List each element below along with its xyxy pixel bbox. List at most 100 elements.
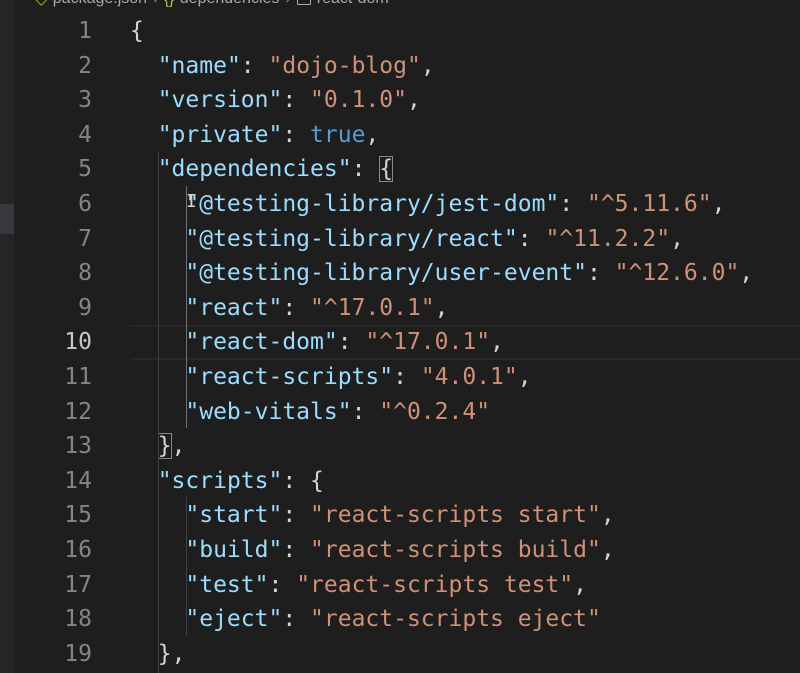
code-line[interactable]: 14 "scripts": { — [0, 464, 800, 499]
line-code[interactable]: "react-scripts": "4.0.1", — [130, 360, 532, 395]
chevron-right-icon: › — [285, 0, 290, 8]
punctuation: : — [282, 294, 311, 321]
code-line[interactable]: 1{ — [0, 14, 800, 49]
json-string: "4.0.1" — [420, 363, 518, 390]
line-code[interactable]: "web-vitals": "^0.2.4" — [130, 395, 490, 430]
line-number: 7 — [78, 225, 92, 252]
punctuation: : — [282, 467, 311, 494]
indent-guide — [158, 152, 159, 673]
line-number: 15 — [64, 502, 92, 529]
line-number: 4 — [78, 121, 92, 148]
code-line[interactable]: 2 "name": "dojo-blog", — [0, 49, 800, 84]
code-line[interactable]: 6 "@testing-library/jest-dom": "^5.11.6"… — [0, 187, 800, 222]
indent-guide — [186, 497, 187, 636]
line-code[interactable]: "version": "0.1.0", — [130, 83, 421, 118]
code-line[interactable]: 17 "test": "react-scripts test", — [0, 568, 800, 603]
line-code[interactable]: "@testing-library/react": "^11.2.2", — [130, 222, 684, 257]
punctuation: : — [559, 190, 587, 217]
line-code[interactable]: "start": "react-scripts start", — [130, 498, 614, 533]
code-line[interactable]: 8 "@testing-library/user-event": "^12.6.… — [0, 256, 800, 291]
code-line[interactable]: 15 "start": "react-scripts start", — [0, 498, 800, 533]
breadcrumb-leaf[interactable]: react-dom — [317, 0, 389, 8]
code-line[interactable]: 4 "private": true, — [0, 118, 800, 153]
json-string: "^11.2.2" — [545, 225, 671, 252]
punctuation: , — [517, 363, 532, 390]
punctuation: { — [310, 467, 324, 494]
line-code[interactable]: "@testing-library/jest-dom": "^5.11.6", — [130, 187, 725, 222]
code-line[interactable]: 7 "@testing-library/react": "^11.2.2", — [0, 222, 800, 257]
code-editor[interactable]: ◇ package.json › {} dependencies › react… — [0, 0, 800, 673]
code-lines[interactable]: 1{2 "name": "dojo-blog", 3 "version": "0.… — [0, 14, 800, 671]
code-line[interactable]: 13 }, — [0, 429, 800, 464]
line-code[interactable]: "name": "dojo-blog", — [130, 49, 435, 84]
json-string: "^17.0.1" — [310, 294, 435, 321]
line-code[interactable]: "@testing-library/user-event": "^12.6.0"… — [130, 256, 753, 291]
json-key: "react-scripts" — [185, 363, 394, 390]
json-string: "^12.6.0" — [614, 260, 740, 287]
json-key: "@testing-library/jest-dom" — [185, 190, 560, 217]
json-key: "private" — [157, 121, 283, 148]
punctuation: : — [586, 260, 615, 287]
json-string: "^0.2.4" — [379, 398, 491, 425]
json-string: "dojo-blog" — [268, 52, 421, 79]
json-key: "build" — [185, 536, 283, 563]
line-code[interactable]: "private": true, — [130, 118, 380, 153]
code-line[interactable]: 16 "build": "react-scripts build", — [0, 533, 800, 568]
line-code[interactable]: "scripts": { — [130, 464, 324, 499]
code-line[interactable]: 9 "react": "^17.0.1", — [0, 291, 800, 326]
line-code[interactable]: { — [130, 14, 144, 49]
punctuation: , — [434, 294, 449, 321]
punctuation: , — [670, 225, 684, 252]
punctuation: , — [406, 87, 421, 114]
code-line[interactable]: 19 }, — [0, 637, 800, 672]
code-line[interactable]: 3 "version": "0.1.0", — [0, 83, 800, 118]
breadcrumb-file[interactable]: package.json — [53, 0, 147, 8]
indent-guide-active — [186, 186, 187, 428]
braces-icon: {} — [164, 0, 173, 7]
code-line[interactable]: 10 "react-dom": "^17.0.1", — [0, 325, 800, 360]
punctuation: , — [739, 260, 754, 287]
json-key: "test" — [185, 571, 269, 598]
line-code[interactable]: "build": "react-scripts build", — [130, 533, 614, 568]
json-string: "^5.11.6" — [586, 190, 712, 217]
line-code[interactable]: "react": "^17.0.1", — [130, 291, 449, 326]
json-key: "@testing-library/react" — [185, 225, 518, 252]
code-line[interactable]: 18 "eject": "react-scripts eject" — [0, 602, 800, 637]
json-key: "start" — [185, 502, 283, 529]
line-code[interactable]: "eject": "react-scripts eject" — [130, 602, 601, 637]
json-file-icon: ◇ — [36, 0, 47, 8]
punctuation: , — [490, 329, 504, 356]
line-number: 6 — [78, 190, 92, 217]
line-number: 17 — [64, 571, 92, 598]
line-number: 8 — [78, 260, 92, 287]
breadcrumb: ◇ package.json › {} dependencies › react… — [36, 0, 389, 9]
line-number: 10 — [64, 329, 92, 356]
breadcrumb-object[interactable]: dependencies — [180, 0, 280, 8]
json-key: "eject" — [185, 606, 283, 633]
punctuation: : — [282, 87, 311, 114]
line-number: 19 — [64, 640, 92, 667]
line-number: 13 — [64, 433, 92, 460]
punctuation: : — [337, 329, 366, 356]
punctuation: : — [351, 156, 380, 183]
json-string: "react-scripts start" — [310, 502, 601, 529]
line-code[interactable]: "dependencies": { — [130, 152, 394, 187]
line-number: 18 — [64, 606, 92, 633]
line-number: 12 — [64, 398, 92, 425]
code-line[interactable]: 12 "web-vitals": "^0.2.4" — [0, 395, 800, 430]
line-number: 2 — [78, 52, 92, 79]
chevron-right-icon: › — [153, 0, 158, 8]
line-number: 11 — [64, 363, 92, 390]
code-line[interactable]: 5 "dependencies": { — [0, 152, 800, 187]
line-code[interactable]: "test": "react-scripts test", — [130, 568, 587, 603]
json-key: "web-vitals" — [185, 398, 352, 425]
line-number: 16 — [64, 536, 92, 563]
json-key: "@testing-library/user-event" — [185, 260, 587, 287]
code-line[interactable]: 11 "react-scripts": "4.0.1", — [0, 360, 800, 395]
punctuation: : — [282, 536, 311, 563]
json-string: "react-scripts eject" — [310, 606, 601, 633]
punctuation: , — [365, 121, 380, 148]
